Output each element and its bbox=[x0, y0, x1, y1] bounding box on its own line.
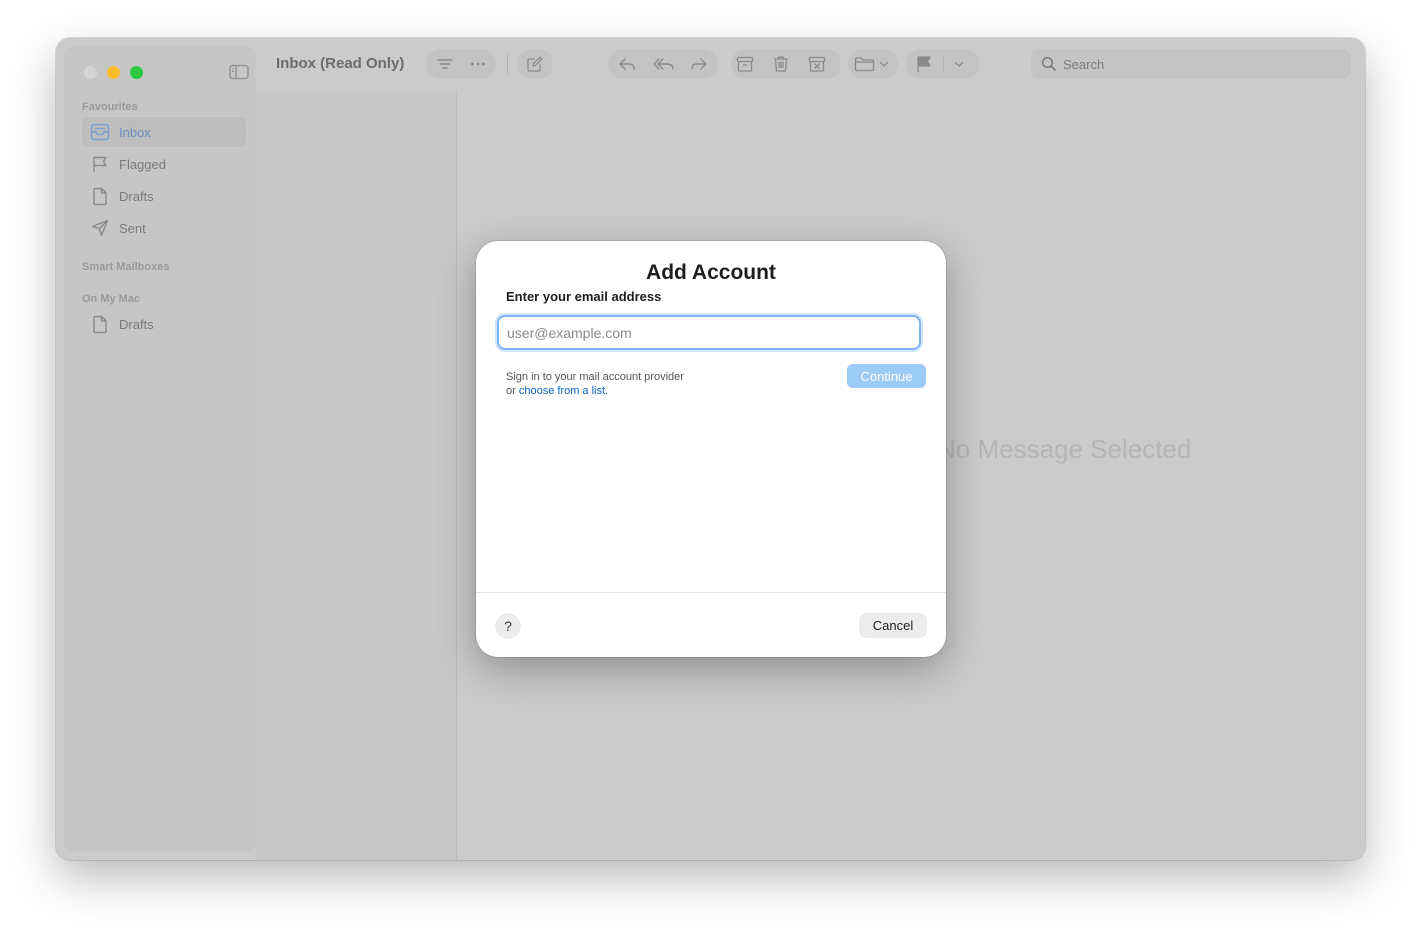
sidebar-item-label: Sent bbox=[119, 220, 146, 236]
sidebar-item-label: Drafts bbox=[119, 188, 154, 204]
help-or-text: or bbox=[506, 385, 519, 397]
choose-from-list-link[interactable]: choose from a list. bbox=[519, 385, 608, 397]
no-message-selected-label: No Message Selected bbox=[937, 434, 1192, 464]
toolbar-divider bbox=[507, 53, 508, 75]
filter-icon[interactable] bbox=[436, 55, 454, 73]
reply-icon[interactable] bbox=[618, 55, 636, 73]
sidebar-section-on-my-mac[interactable]: On My Mac bbox=[82, 293, 140, 305]
search-placeholder: Search bbox=[1063, 57, 1105, 72]
sidebar-item-inbox[interactable]: Inbox bbox=[82, 117, 246, 147]
sidebar-section-favourites: Favourites bbox=[82, 101, 138, 113]
help-line: Sign in to your mail account provider bbox=[506, 371, 684, 383]
toolbar-divider bbox=[943, 55, 944, 73]
search-field[interactable]: Search bbox=[1031, 49, 1351, 79]
cancel-button[interactable]: Cancel bbox=[860, 614, 926, 637]
continue-button[interactable]: Continue bbox=[847, 364, 926, 388]
close-window-button[interactable] bbox=[84, 66, 97, 79]
more-icon[interactable] bbox=[469, 55, 487, 73]
sidebar-item-flagged[interactable]: Flagged bbox=[82, 149, 246, 179]
toolbar-group-view bbox=[426, 49, 496, 79]
toolbar: Inbox (Read Only) Search bbox=[256, 38, 1365, 91]
sidebar-item-label: Flagged bbox=[119, 156, 166, 172]
paperplane-icon bbox=[90, 218, 110, 238]
sidebar-toggle-icon[interactable] bbox=[229, 64, 249, 80]
toolbar-group-compose bbox=[517, 49, 553, 79]
email-label: Enter your email address bbox=[506, 289, 662, 304]
move-folder-icon[interactable] bbox=[854, 55, 876, 73]
document-icon bbox=[90, 314, 110, 334]
junk-icon[interactable] bbox=[808, 55, 826, 73]
document-icon bbox=[90, 186, 110, 206]
reply-all-icon[interactable] bbox=[653, 55, 675, 73]
help-line-2: or choose from a list. bbox=[506, 384, 684, 398]
archive-icon[interactable] bbox=[736, 55, 754, 73]
sidebar-item-label: Drafts bbox=[119, 316, 154, 332]
toolbar-group-move bbox=[848, 49, 898, 79]
search-icon bbox=[1041, 56, 1056, 71]
window-title: Inbox (Read Only) bbox=[276, 55, 405, 72]
dialog-title: Add Account bbox=[646, 261, 776, 284]
help-text: Sign in to your mail account provider or… bbox=[506, 370, 684, 398]
toolbar-group-flag bbox=[906, 49, 980, 79]
chevron-down-icon[interactable] bbox=[953, 55, 965, 73]
trash-icon[interactable] bbox=[772, 55, 790, 73]
sidebar: Favourites Inbox Flagged Drafts Sent Sma… bbox=[64, 46, 256, 852]
sidebar-item-local-drafts[interactable]: Drafts bbox=[82, 309, 246, 339]
compose-icon[interactable] bbox=[526, 55, 544, 73]
flag-icon bbox=[90, 154, 110, 174]
add-account-dialog: Add Account Enter your email address Sig… bbox=[476, 241, 946, 657]
inbox-icon bbox=[90, 122, 110, 142]
chevron-down-icon[interactable] bbox=[878, 55, 890, 73]
sidebar-item-drafts[interactable]: Drafts bbox=[82, 181, 246, 211]
toolbar-group-actions bbox=[731, 49, 841, 79]
toolbar-group-reply bbox=[608, 49, 718, 79]
forward-icon[interactable] bbox=[690, 55, 708, 73]
message-list[interactable] bbox=[256, 90, 457, 860]
help-button[interactable]: ? bbox=[496, 614, 520, 638]
minimize-window-button[interactable] bbox=[107, 66, 120, 79]
sidebar-item-sent[interactable]: Sent bbox=[82, 213, 246, 243]
sidebar-section-smart-mailboxes[interactable]: Smart Mailboxes bbox=[82, 261, 169, 273]
dialog-divider bbox=[476, 592, 946, 593]
maximize-window-button[interactable] bbox=[130, 66, 143, 79]
flag-icon[interactable] bbox=[915, 55, 933, 73]
email-field[interactable] bbox=[497, 315, 921, 350]
sidebar-item-label: Inbox bbox=[119, 124, 151, 140]
